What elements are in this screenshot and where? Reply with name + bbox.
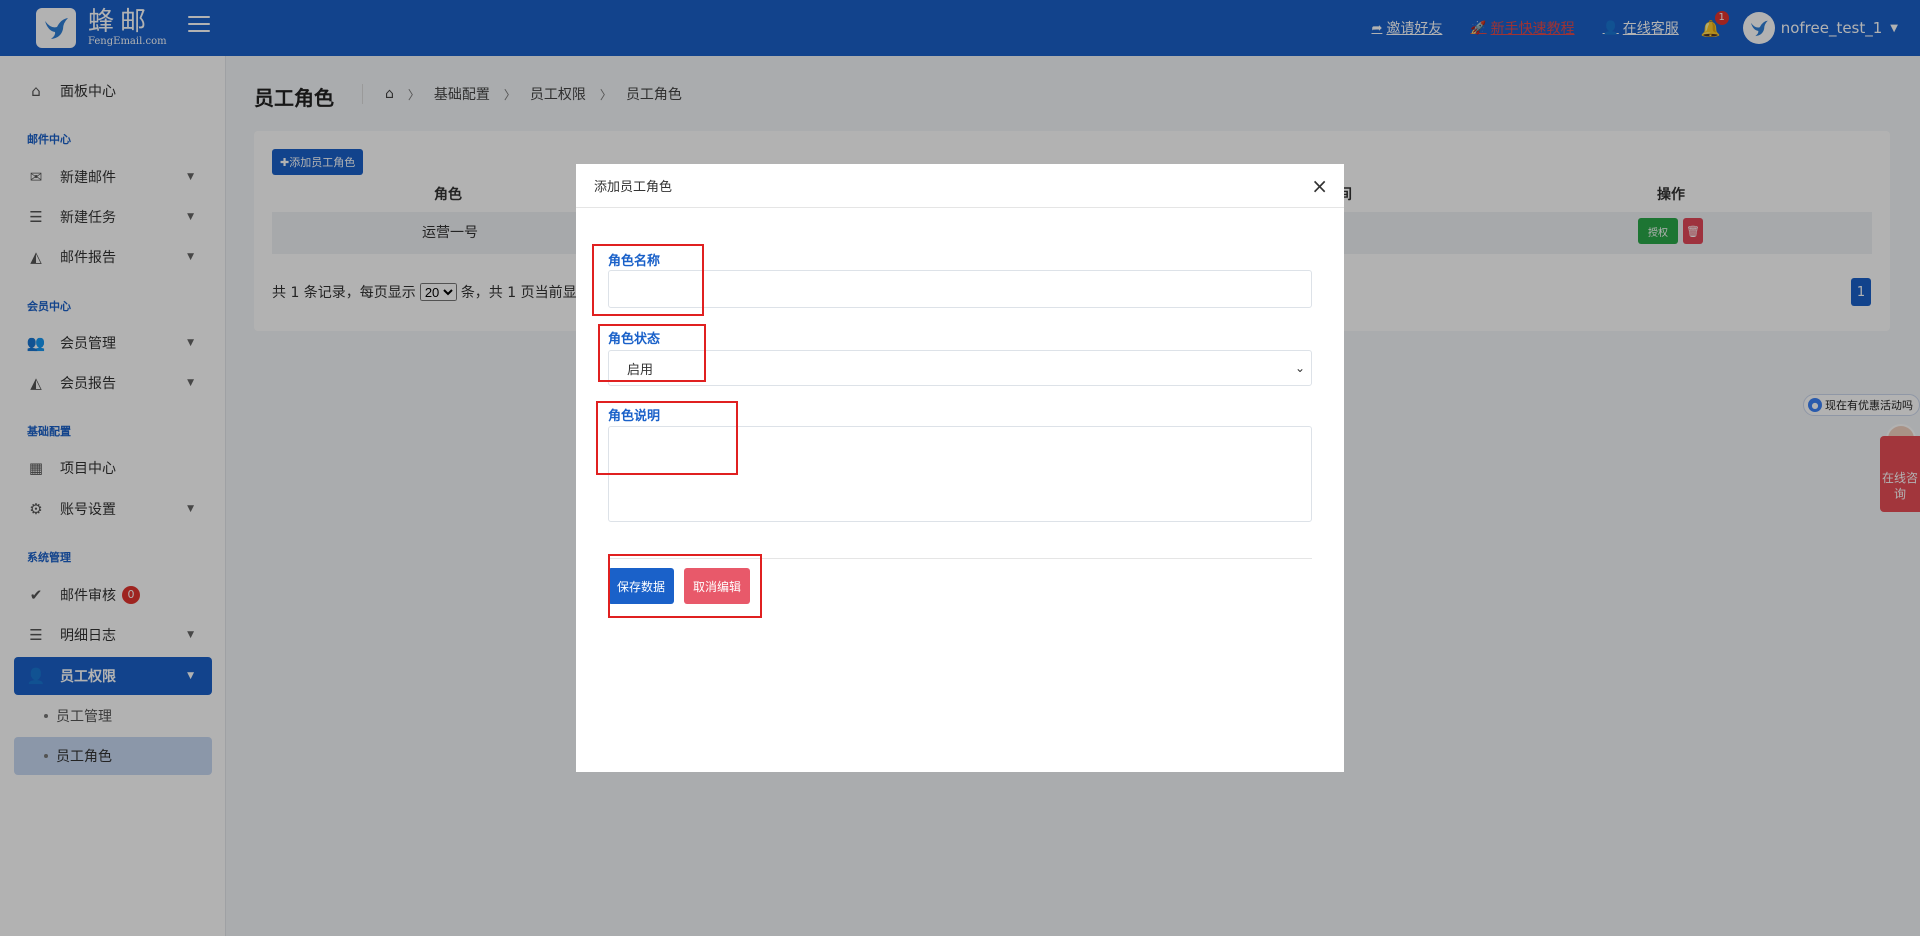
role-name-label: 角色名称 [608,254,661,269]
role-status-select[interactable]: 启用 ⌄ [608,350,1312,386]
role-status-label: 角色状态 [608,332,661,347]
chevron-down-icon: ⌄ [1294,361,1305,375]
role-desc-textarea[interactable] [608,426,1312,522]
save-button[interactable]: 保存数据 [608,568,674,604]
modal-title: 添加员工角色 [594,180,673,195]
role-desc-label: 角色说明 [608,409,661,424]
role-name-input[interactable] [608,270,1312,308]
cancel-button[interactable]: 取消编辑 [684,568,750,604]
modal-header: 添加员工角色 × [576,164,1344,208]
add-role-modal: 添加员工角色 × 角色名称 角色状态 启用 ⌄ 角色说明 保存数据 取消编辑 [576,164,1344,772]
close-icon[interactable]: × [1311,174,1328,198]
divider [608,558,1312,559]
